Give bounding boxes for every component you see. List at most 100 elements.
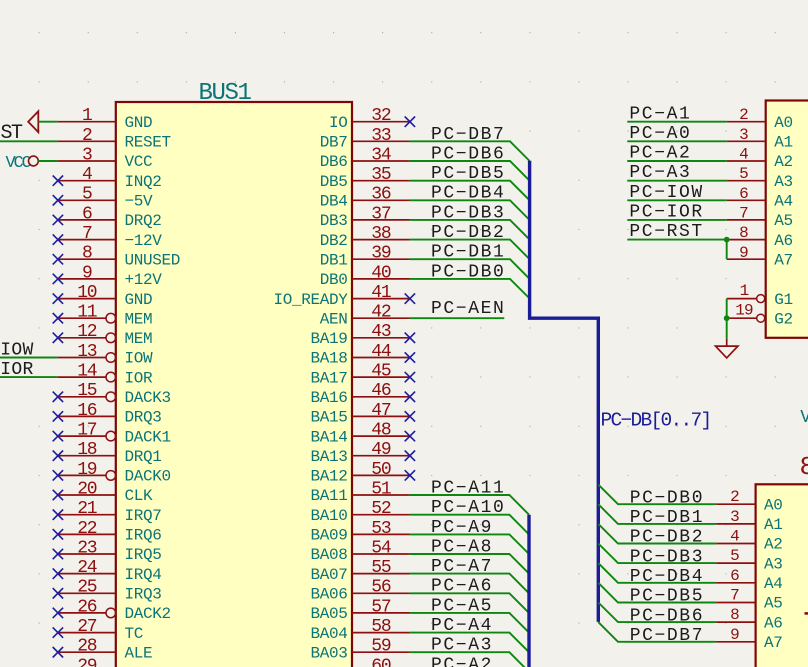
svg-text:BA06: BA06 [310,586,347,604]
svg-text:A0: A0 [764,496,783,514]
svg-text:BA12: BA12 [310,468,347,486]
svg-text:ALE: ALE [125,645,153,663]
svg-text:DRQ1: DRQ1 [125,448,162,466]
svg-text:28: 28 [77,637,97,657]
svg-text:PC−DB7: PC−DB7 [431,125,505,145]
svg-text:1: 1 [740,282,749,300]
svg-text:DB0: DB0 [320,271,348,289]
svg-text:BA09: BA09 [310,527,347,545]
svg-text:13: 13 [77,342,97,362]
svg-text:BA13: BA13 [310,448,347,466]
svg-text:21: 21 [77,499,97,519]
svg-text:PC−A1: PC−A1 [629,104,691,124]
svg-text:IRQ6: IRQ6 [125,527,162,545]
svg-text:PC−A2: PC−A2 [431,655,493,667]
svg-text:PC−DB6: PC−DB6 [630,606,704,626]
svg-text:8: 8 [730,606,739,624]
svg-text:A2: A2 [764,536,783,554]
svg-text:BA03: BA03 [310,645,347,663]
svg-text:PC−A0: PC−A0 [629,124,691,144]
svg-text:DACK3: DACK3 [125,389,171,407]
svg-text:42: 42 [371,303,391,323]
svg-text:DB2: DB2 [320,232,348,250]
svg-text:PC−DB3: PC−DB3 [630,547,704,567]
svg-text:PC−A10: PC−A10 [431,498,505,518]
svg-text:BA14: BA14 [310,428,347,446]
svg-text:PC−DB2: PC−DB2 [630,528,704,548]
svg-text:3: 3 [82,145,92,165]
svg-text:54: 54 [371,538,391,558]
svg-text:VCC: VCC [6,154,32,173]
svg-text:8: 8 [800,452,808,482]
svg-text:PC−DB2: PC−DB2 [431,223,505,243]
svg-text:BUS1: BUS1 [199,80,252,107]
svg-text:53: 53 [371,519,391,539]
svg-text:43: 43 [371,322,391,342]
svg-text:DB5: DB5 [320,173,348,191]
svg-text:4: 4 [739,146,748,164]
svg-text:A4: A4 [774,193,793,211]
svg-text:PC−A2: PC−A2 [629,144,691,164]
svg-text:A1: A1 [774,134,793,152]
svg-text:IOR: IOR [0,360,33,380]
svg-text:MEM: MEM [125,330,153,348]
svg-text:PC−DB4: PC−DB4 [431,184,505,204]
svg-text:2: 2 [730,488,739,506]
svg-text:PC−A7: PC−A7 [431,557,493,577]
svg-text:7: 7 [730,587,739,605]
svg-text:RESET: RESET [125,134,171,152]
svg-text:CLK: CLK [125,487,154,505]
svg-text:10: 10 [77,283,97,303]
svg-text:BA18: BA18 [310,350,347,368]
svg-text:BA05: BA05 [310,605,347,623]
svg-text:22: 22 [77,519,97,539]
svg-text:12: 12 [77,322,97,342]
svg-text:BA11: BA11 [310,487,347,505]
svg-text:7: 7 [82,224,92,244]
svg-text:G2: G2 [774,310,793,328]
svg-text:A6: A6 [764,614,783,632]
svg-text:3: 3 [730,508,739,526]
svg-text:PC−DB4: PC−DB4 [630,567,704,587]
svg-text:A0: A0 [774,114,793,132]
svg-text:A5: A5 [774,212,793,230]
svg-text:IO_READY: IO_READY [273,291,348,309]
svg-text:39: 39 [371,244,391,264]
svg-text:BA16: BA16 [310,389,347,407]
svg-text:9: 9 [82,263,92,283]
svg-text:5: 5 [730,547,739,565]
svg-text:38: 38 [371,224,391,244]
svg-text:A7: A7 [774,251,793,269]
svg-text:19: 19 [735,302,753,320]
svg-text:6: 6 [739,185,748,203]
svg-text:VCC: VCC [125,153,153,171]
svg-text:G1: G1 [774,291,793,309]
svg-text:PC−AEN: PC−AEN [431,299,505,319]
svg-text:2: 2 [739,106,748,124]
svg-text:46: 46 [371,381,391,401]
svg-text:14: 14 [77,362,97,382]
svg-text:37: 37 [371,204,391,224]
svg-text:26: 26 [77,597,97,617]
svg-text:IOR: IOR [125,369,154,387]
svg-text:IOW: IOW [0,341,33,361]
svg-text:PC−A3: PC−A3 [629,163,691,183]
svg-text:7: 7 [739,204,748,222]
svg-text:PC−DB1: PC−DB1 [431,243,505,263]
svg-text:4: 4 [82,165,92,185]
svg-text:DB6: DB6 [320,153,348,171]
svg-text:A4: A4 [764,575,783,593]
svg-text:A3: A3 [764,555,783,573]
svg-text:23: 23 [77,538,97,558]
svg-text:44: 44 [371,342,391,362]
svg-text:51: 51 [371,479,391,499]
svg-text:PC−DB5: PC−DB5 [630,587,704,607]
svg-text:−12V: −12V [125,232,163,250]
svg-text:PC−DB0: PC−DB0 [431,262,505,282]
svg-text:DB4: DB4 [320,193,348,211]
svg-text:DACK1: DACK1 [125,428,171,446]
svg-text:PC−A6: PC−A6 [431,577,493,597]
svg-text:BA07: BA07 [310,566,347,584]
svg-text:36: 36 [371,185,391,205]
svg-text:18: 18 [77,440,97,460]
